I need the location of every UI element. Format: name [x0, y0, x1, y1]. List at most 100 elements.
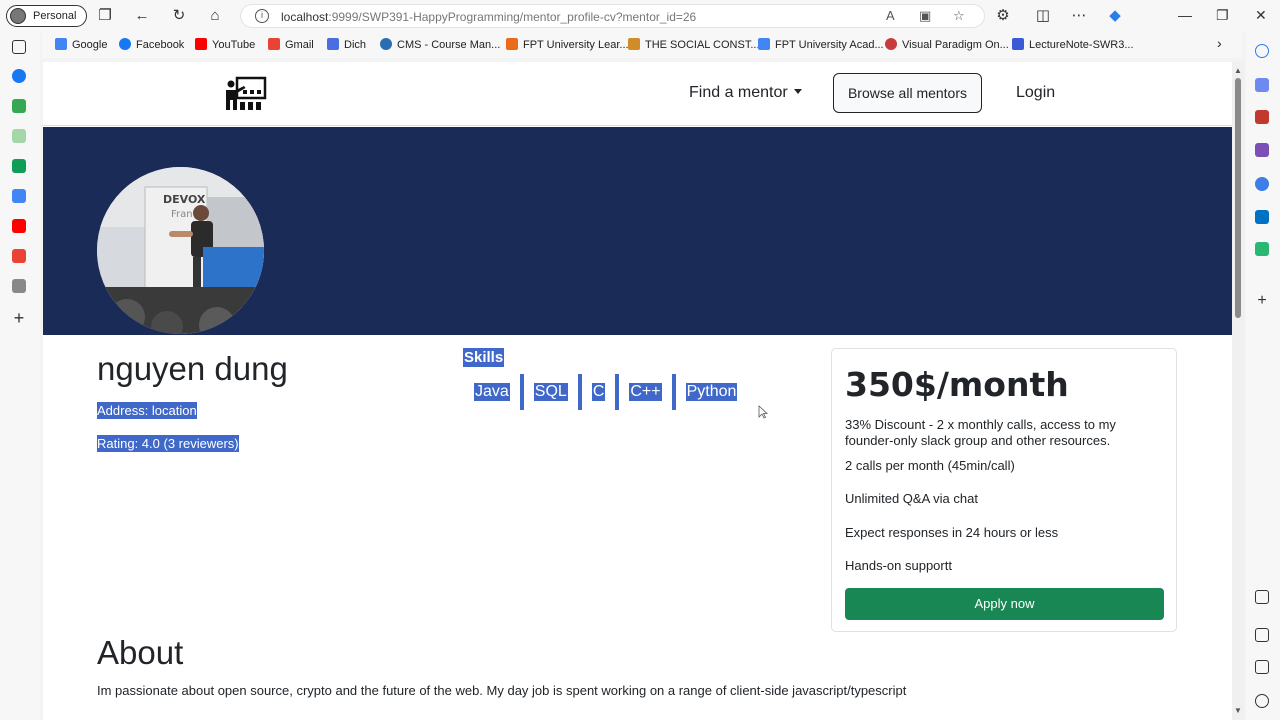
skill-divider	[671, 374, 676, 410]
docs-icon[interactable]	[12, 189, 26, 203]
skill-tag: Java	[474, 383, 510, 401]
google-icon	[55, 38, 67, 50]
site-info-icon[interactable]: i	[255, 9, 269, 23]
bookmark-lecturenote[interactable]: LectureNote-SWR3...	[1012, 38, 1134, 51]
bookmark-youtube[interactable]: YouTube	[195, 38, 255, 51]
left-sidebar: +	[0, 32, 40, 720]
games-icon[interactable]	[1255, 143, 1269, 157]
drive-icon[interactable]	[12, 99, 26, 113]
screenshot-icon[interactable]	[1255, 590, 1269, 604]
home-icon[interactable]: ⌂	[206, 7, 224, 25]
pricing-feature: Expect responses in 24 hours or less	[845, 525, 1059, 540]
bookmark-gmail[interactable]: Gmail	[268, 38, 314, 51]
bookmark-label: CMS - Course Man...	[397, 39, 501, 51]
immersive-reader-icon[interactable]: ▣	[919, 8, 931, 24]
apply-now-button[interactable]: Apply now	[845, 588, 1164, 620]
add-sheet-icon[interactable]	[12, 159, 26, 173]
profile-button[interactable]: Personal	[6, 5, 88, 27]
address-bar[interactable]: i localhost:9999/SWP391-HappyProgramming…	[240, 4, 985, 28]
more-options-icon[interactable]: ⋯	[1070, 7, 1088, 25]
close-icon[interactable]: ✕	[1255, 7, 1267, 24]
shopping-icon[interactable]	[1255, 78, 1269, 92]
bookmark-facebook[interactable]: Facebook	[119, 38, 184, 51]
teacher-logo-icon[interactable]	[223, 76, 267, 112]
skill-divider	[615, 374, 620, 410]
refresh-icon[interactable]: ↻	[170, 7, 188, 25]
mentor-avatar: DEVOX Fran	[97, 167, 264, 334]
bookmark-visual-paradigm[interactable]: Visual Paradigm On...	[885, 38, 1009, 51]
mouse-cursor-icon	[758, 405, 768, 419]
skill-divider	[577, 374, 582, 410]
bookmarks-bar: Google Facebook YouTube Gmail Dich CMS -…	[42, 32, 1242, 58]
browse-all-mentors-button[interactable]: Browse all mentors	[833, 73, 982, 113]
find-mentor-dropdown[interactable]: Find a mentor	[689, 84, 802, 102]
microsoft365-icon[interactable]	[1255, 177, 1269, 191]
scroll-down-icon[interactable]: ▼	[1234, 706, 1242, 715]
url-text: localhost:9999/SWP391-HappyProgramming/m…	[281, 10, 696, 24]
page-scrollbar[interactable]: ▲ ▼	[1232, 62, 1244, 720]
browser-toolbar: Personal ❐ ← ↻ ⌂ i localhost:9999/SWP391…	[0, 0, 1280, 32]
bookmark-cms[interactable]: CMS - Course Man...	[380, 38, 500, 51]
svg-text:Fran: Fran	[171, 209, 193, 220]
app-icon[interactable]	[12, 279, 26, 293]
minimize-icon[interactable]: —	[1178, 7, 1192, 23]
skill-tag: C++	[629, 383, 662, 401]
bookmark-label: Dich	[344, 39, 367, 51]
bookmark-label: YouTube	[212, 39, 256, 51]
skill-tag: C	[591, 383, 606, 401]
external-link-icon[interactable]	[1255, 660, 1269, 674]
copilot-icon[interactable]: ◆	[1106, 7, 1124, 25]
pricing-card: 350$/month 33% Discount - 2 x monthly ca…	[831, 348, 1177, 632]
bookmark-label: FPT University Acad...	[775, 39, 884, 51]
bookmark-label: LectureNote-SWR3...	[1029, 39, 1134, 51]
bookmark-label: Google	[72, 39, 108, 51]
outlook-icon[interactable]	[1255, 210, 1269, 224]
url-host: localhost	[281, 10, 329, 24]
settings-icon[interactable]	[1255, 694, 1269, 708]
google-icon	[758, 38, 770, 50]
bookmarks-more-icon[interactable]: ›	[1217, 35, 1222, 51]
bookmark-fpt-learning[interactable]: FPT University Lear...	[506, 38, 629, 51]
about-text: Im passionate about open source, crypto …	[97, 683, 907, 698]
workspaces-icon[interactable]: ❐	[96, 7, 114, 25]
profile-avatar-icon	[10, 8, 26, 24]
skills-heading: Skills	[463, 348, 505, 367]
tools-icon[interactable]	[1255, 110, 1269, 124]
bookmark-google[interactable]: Google	[55, 38, 107, 51]
split-screen-icon[interactable]: ◫	[1034, 7, 1052, 25]
login-link[interactable]: Login	[1016, 84, 1055, 102]
facebook-icon[interactable]	[12, 69, 26, 83]
search-icon[interactable]	[1255, 44, 1269, 58]
tab-actions-icon[interactable]	[12, 40, 26, 54]
site-navbar: Find a mentor Browse all mentors Login	[43, 62, 1232, 126]
skill-tag: Python	[685, 383, 738, 401]
scroll-up-icon[interactable]: ▲	[1234, 66, 1242, 75]
bookmark-label: Gmail	[285, 39, 314, 51]
favorite-star-icon[interactable]: ☆	[953, 8, 965, 24]
bookmark-label: THE SOCIAL CONST...	[645, 39, 760, 51]
gmail-icon[interactable]	[12, 249, 26, 263]
about-heading: About	[97, 634, 184, 671]
restore-icon[interactable]: ❐	[1216, 7, 1229, 24]
bookmark-fpt-academic[interactable]: FPT University Acad...	[758, 38, 884, 51]
back-icon[interactable]: ←	[133, 7, 151, 25]
fpt-icon	[506, 38, 518, 50]
sidebar-toggle-icon[interactable]	[1255, 628, 1269, 642]
drop-icon[interactable]	[1255, 242, 1269, 256]
youtube-icon[interactable]	[12, 219, 26, 233]
sheets-icon[interactable]	[12, 129, 26, 143]
bookmark-social-const[interactable]: THE SOCIAL CONST...	[628, 38, 760, 51]
add-sidebar-app-icon[interactable]: +	[1255, 293, 1269, 309]
skill-divider	[519, 374, 524, 410]
svg-text:DEVOX: DEVOX	[163, 193, 206, 206]
youtube-icon	[195, 38, 207, 50]
social-const-icon	[628, 38, 640, 50]
bookmark-dich[interactable]: Dich	[327, 38, 366, 51]
add-app-icon[interactable]: +	[12, 309, 26, 327]
facebook-icon	[119, 38, 131, 50]
extensions-icon[interactable]: ⚙	[994, 7, 1012, 25]
bookmark-label: FPT University Lear...	[523, 39, 629, 51]
read-aloud-icon[interactable]: A	[886, 8, 895, 23]
mentor-photo: DEVOX Fran	[97, 167, 264, 334]
scrollbar-thumb[interactable]	[1235, 78, 1241, 318]
